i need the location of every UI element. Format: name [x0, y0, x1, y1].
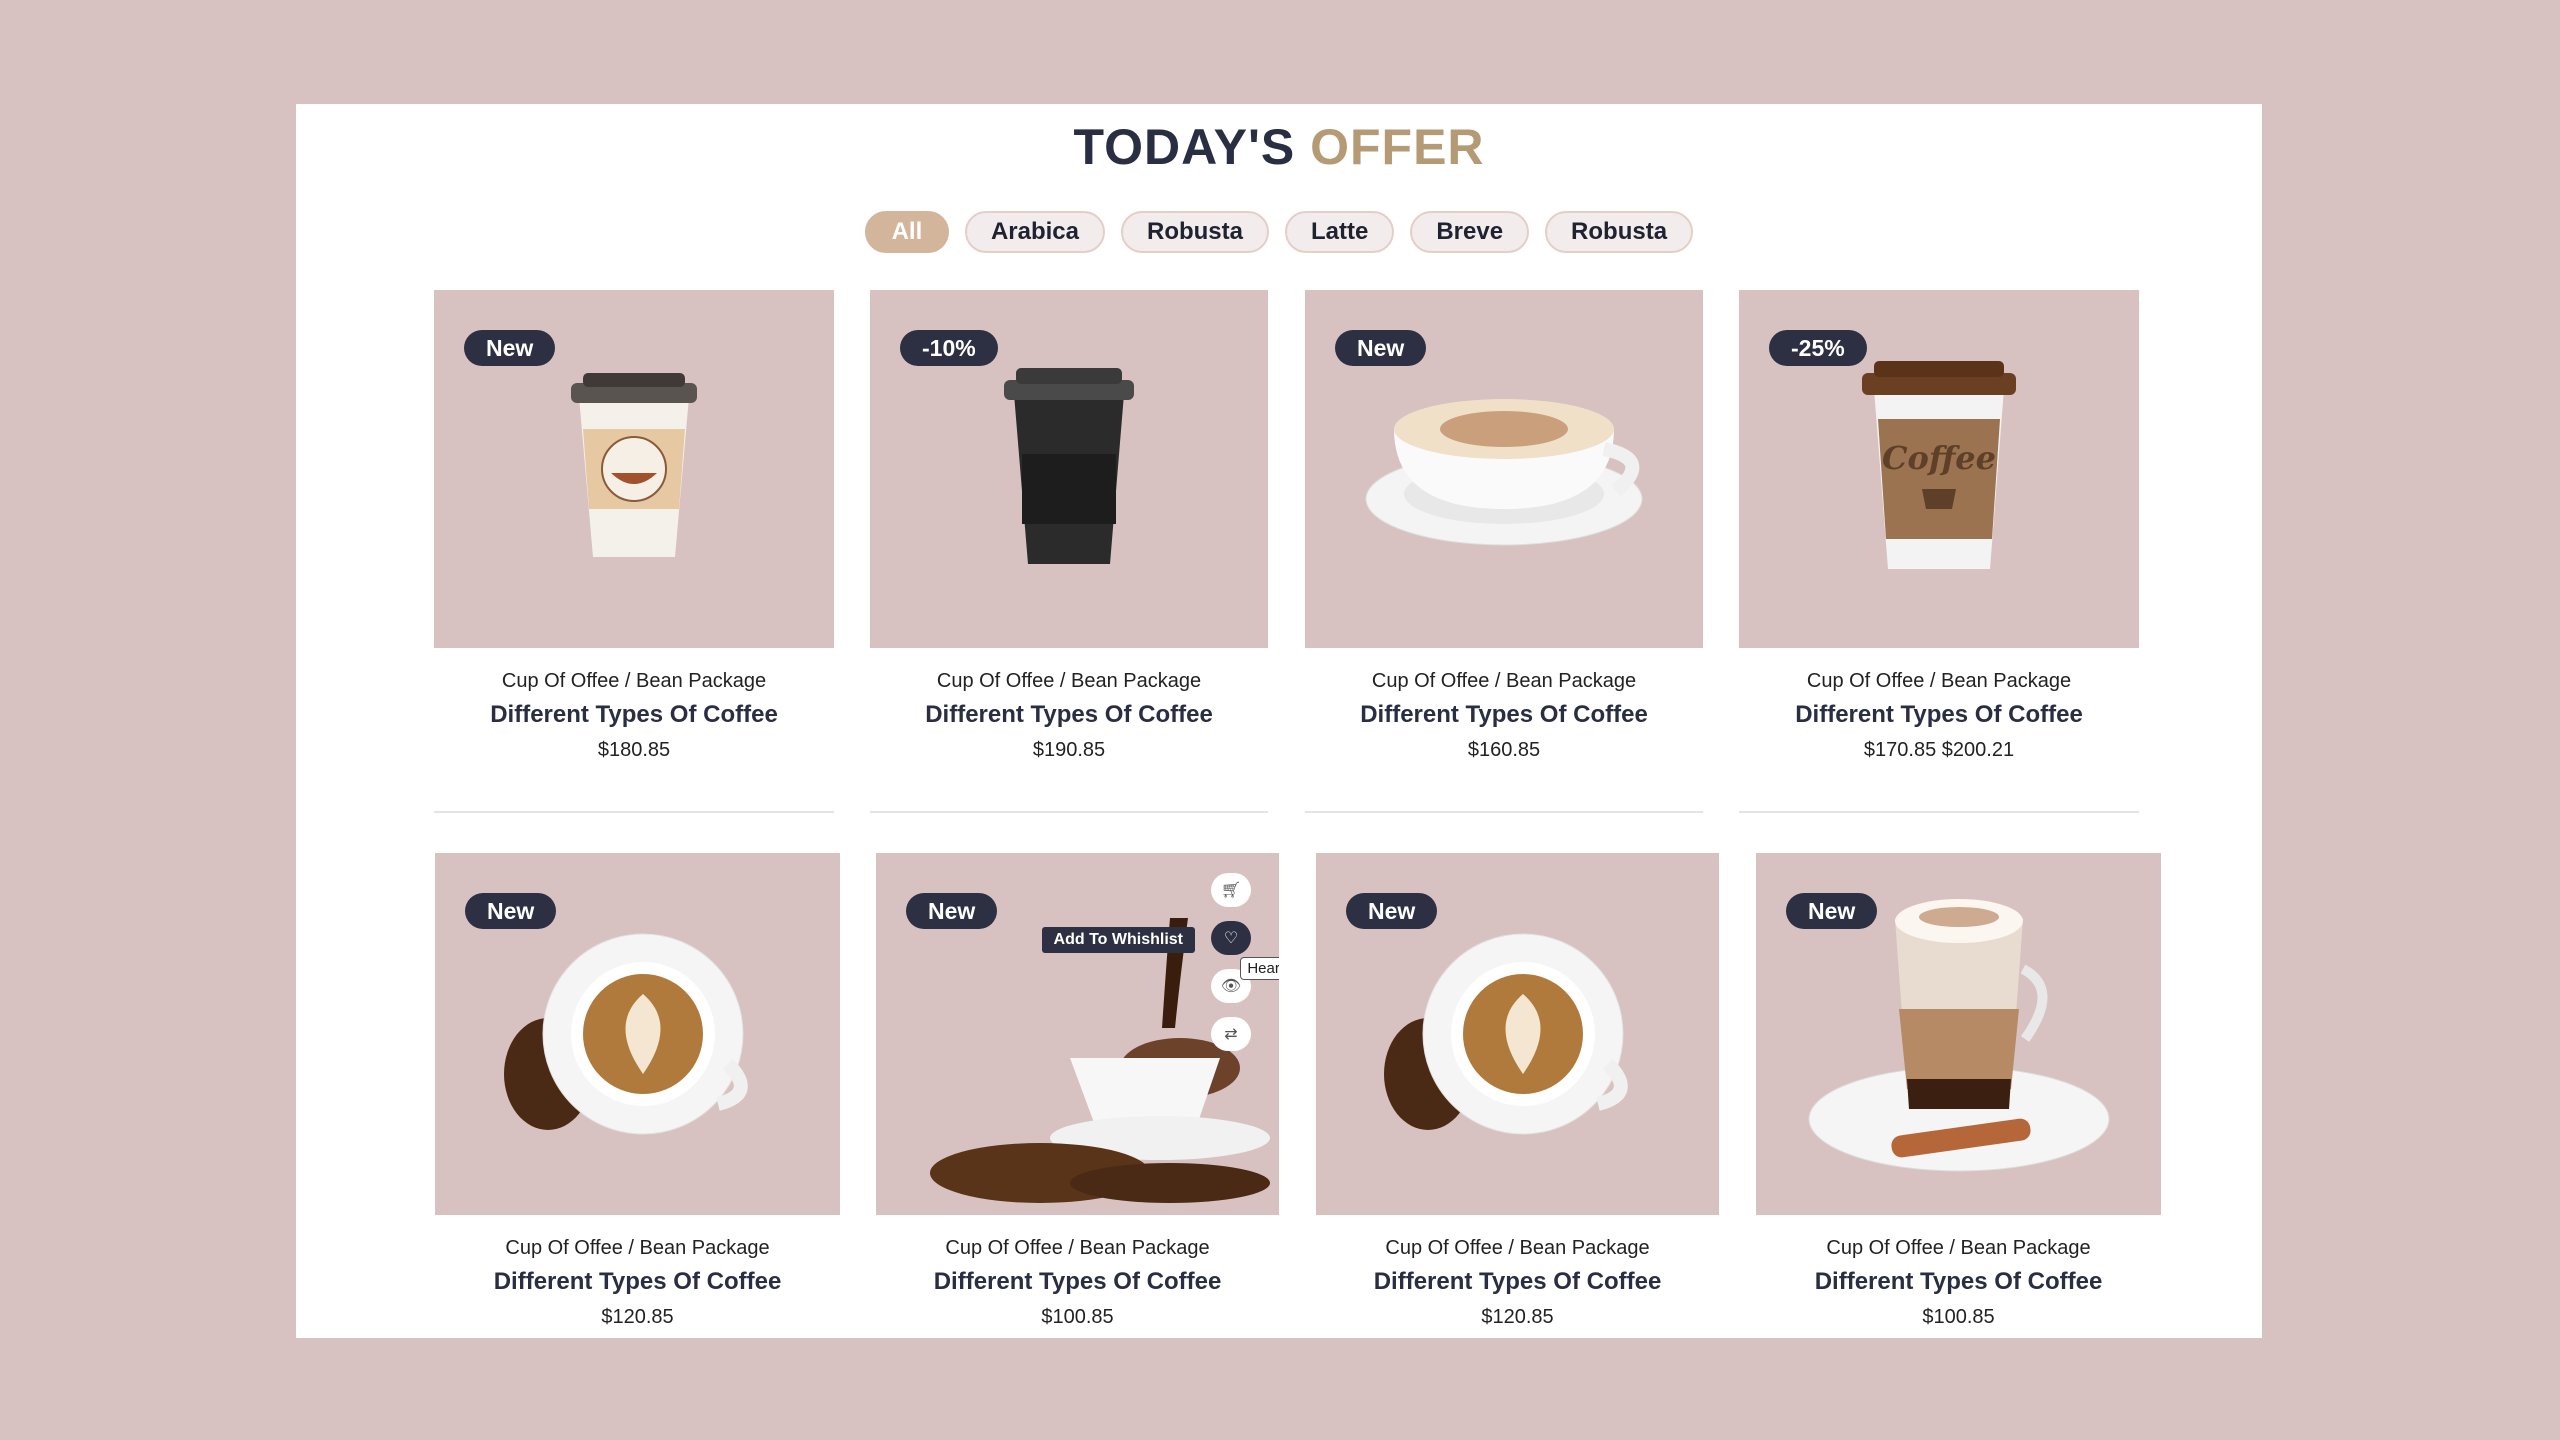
filter-robusta[interactable]: Robusta [1120, 211, 1269, 253]
latte-art-cup-image [1383, 933, 1628, 1135]
product-price: $180.85 [597, 739, 671, 761]
section-title: TODAY'S OFFER [296, 118, 2262, 176]
product-card[interactable]: New Cup Of Offee / Bean Package Differen… [1316, 853, 1719, 1329]
filter-tabs: All Arabica Robusta Latte Breve Robusta [296, 211, 2262, 253]
title-main: TODAY'S [1073, 119, 1296, 175]
product-price: $160.85 [1467, 739, 1541, 761]
product-category: Cup Of Offee / Bean Package [505, 1237, 770, 1259]
product-price: $190.85 [1032, 739, 1106, 761]
product-card[interactable]: New Cup Of Offee / Bean Package Differen… [435, 853, 840, 1329]
heart-icon[interactable]: ♡ [1211, 921, 1251, 955]
offer-section: TODAY'S OFFER All Arabica Robusta Latte … [296, 104, 2262, 1338]
product-card[interactable]: New Cup Of Offee / Bean Package Differen… [1756, 853, 2161, 1329]
title-accent: OFFER [1310, 119, 1485, 175]
product-card[interactable]: -25% Coffee Cup Of Offee / Bean Package … [1739, 290, 2139, 762]
product-price: $170.85 $200.21 [1863, 739, 2015, 761]
product-card[interactable]: New 🛒︎ ♡ 👁︎ ⇄ Add To Whishlist Heart Cup… [876, 853, 1279, 1329]
product-name[interactable]: Different Types Of Coffee [876, 1268, 1279, 1296]
filter-latte[interactable]: Latte [1284, 211, 1395, 253]
product-category: Cup Of Offee / Bean Package [501, 670, 767, 692]
product-name[interactable]: Different Types Of Coffee [1739, 701, 2139, 729]
heart-tooltip: Heart [1240, 957, 1279, 980]
product-price: $120.85 [1481, 1306, 1554, 1328]
product-category: Cup Of Offee / Bean Package [945, 1237, 1210, 1259]
product-card[interactable]: New Cup Of Offee / Bean Package Differen… [434, 290, 834, 762]
filter-all[interactable]: All [864, 211, 949, 253]
product-name[interactable]: Different Types Of Coffee [434, 701, 834, 729]
filter-robusta-2[interactable]: Robusta [1545, 211, 1694, 253]
product-price: $100.85 [1922, 1306, 1995, 1328]
product-card[interactable]: -10% Cup Of Offee / Bean Package Differe… [870, 290, 1268, 762]
product-name[interactable]: Different Types Of Coffee [1316, 1268, 1719, 1296]
product-badge: New [1335, 330, 1427, 366]
product-name[interactable]: Different Types Of Coffee [1305, 701, 1703, 729]
product-image[interactable]: -25% Coffee [1739, 290, 2139, 648]
divider [434, 811, 834, 813]
cart-icon[interactable]: 🛒︎ [1211, 873, 1251, 907]
product-image[interactable]: New [1305, 290, 1703, 648]
product-price: $100.85 [1041, 1306, 1114, 1328]
layered-latte-glass-image [1808, 899, 2109, 1172]
svg-text:Coffee: Coffee [1882, 439, 1996, 477]
divider [1739, 811, 2139, 813]
product-image[interactable]: -10% [870, 290, 1268, 648]
product-image[interactable]: New [1756, 853, 2161, 1215]
latte-art-cup-image [503, 933, 748, 1135]
divider [1305, 811, 1703, 813]
product-image[interactable]: New [434, 290, 834, 648]
product-category: Cup Of Offee / Bean Package [1371, 670, 1637, 692]
product-category: Cup Of Offee / Bean Package [1806, 670, 2072, 692]
divider [870, 811, 1268, 813]
product-name[interactable]: Different Types Of Coffee [435, 1268, 840, 1296]
product-price: $120.85 [601, 1306, 674, 1328]
kraft-coffee-cup-image: Coffee [1862, 361, 2016, 569]
black-travel-cup-image [1004, 368, 1134, 564]
product-category: Cup Of Offee / Bean Package [1385, 1237, 1650, 1259]
product-name[interactable]: Different Types Of Coffee [870, 701, 1268, 729]
product-category: Cup Of Offee / Bean Package [1826, 1237, 2091, 1259]
filter-breve[interactable]: Breve [1410, 211, 1530, 253]
product-category: Cup Of Offee / Bean Package [936, 670, 1202, 692]
cappuccino-cup-image [1365, 399, 1643, 546]
product-image[interactable]: New [1316, 853, 1719, 1215]
coffee-to-go-cup-image [571, 373, 697, 557]
product-image[interactable]: New [435, 853, 840, 1215]
product-badge: New [464, 330, 556, 366]
product-image[interactable]: New 🛒︎ ♡ 👁︎ ⇄ Add To Whishlist Heart [876, 853, 1279, 1215]
wishlist-tooltip: Add To Whishlist [1041, 927, 1195, 953]
compare-icon[interactable]: ⇄ [1211, 1017, 1251, 1051]
filter-arabica[interactable]: Arabica [964, 211, 1105, 253]
product-card[interactable]: New Cup Of Offee / Bean Package Differen… [1305, 290, 1703, 762]
product-name[interactable]: Different Types Of Coffee [1756, 1268, 2161, 1296]
product-badge: -10% [900, 330, 998, 366]
